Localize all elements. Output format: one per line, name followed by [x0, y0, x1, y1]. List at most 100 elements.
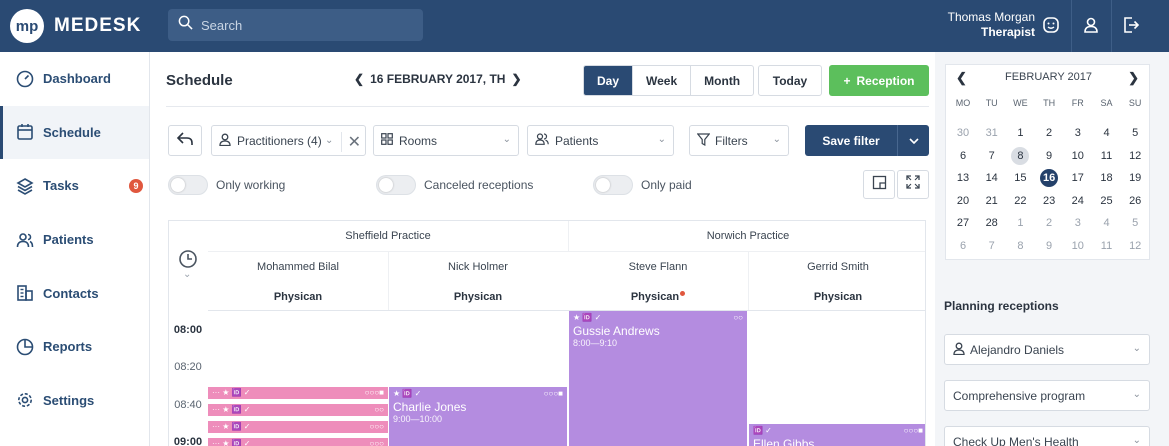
patients-select[interactable]: Patients ⌄ — [527, 125, 674, 156]
calendar-day-number: 9 — [1046, 149, 1053, 162]
calendar-day[interactable]: 22 — [1006, 191, 1034, 211]
team-icon[interactable] — [1080, 14, 1102, 36]
canceled-receptions-toggle[interactable]: Canceled receptions — [376, 175, 533, 195]
calendar-day[interactable]: 2 — [1035, 213, 1063, 233]
sidebar-item-patients[interactable]: Patients — [0, 213, 149, 267]
appointment-block[interactable]: ★ 🆔 ✓ ○○ Gussie Andrews 8:00—9:10 — [569, 311, 747, 446]
reception-button-label: Reception — [856, 73, 915, 88]
right-panel: ❮ FEBRUARY 2017 ❯ MO TU WE TH FR SA SU 30 31 1 2 3 4… — [935, 52, 1169, 446]
calendar-day[interactable]: 8 — [1006, 236, 1034, 256]
calendar-day[interactable]: 20 — [949, 191, 977, 211]
next-day-icon[interactable]: ❯ — [511, 72, 521, 86]
view-month-button[interactable]: Month — [691, 66, 753, 95]
search-input[interactable] — [201, 17, 401, 33]
sidebar-item-schedule[interactable]: Schedule — [0, 105, 149, 160]
sidebar-item-contacts[interactable]: Contacts — [0, 266, 149, 320]
calendar-day[interactable]: 31 — [978, 123, 1006, 143]
patient-select[interactable]: Alejandro Daniels ⌄ — [944, 334, 1150, 365]
practitioners-select[interactable]: Practitioners (4) ⌄ ✕ — [211, 125, 366, 156]
calendar-day[interactable]: 7 — [978, 146, 1006, 166]
practitioner-name[interactable]: Steve Flann — [568, 261, 748, 273]
calendar-day[interactable]: 30 — [949, 123, 977, 143]
calendar-day[interactable]: 11 — [1093, 146, 1121, 166]
print-button[interactable] — [863, 170, 895, 199]
chevron-down-icon[interactable]: ⌄ — [183, 269, 191, 280]
calendar-day[interactable]: 3 — [1064, 123, 1092, 143]
calendar-day[interactable]: 13 — [949, 168, 977, 188]
appointment-block[interactable]: ··· ★ 🆔 ✓ ○○ — [208, 404, 388, 416]
calendar-day[interactable]: 5 — [1121, 213, 1149, 233]
chevron-down-icon[interactable] — [897, 125, 929, 156]
calendar-day[interactable]: 6 — [949, 236, 977, 256]
calendar-day[interactable]: 26 — [1121, 191, 1149, 211]
today-button[interactable]: Today — [758, 65, 822, 96]
calendar-day[interactable]: 10 — [1064, 236, 1092, 256]
view-week-button[interactable]: Week — [633, 66, 692, 95]
calendar-day[interactable]: 21 — [978, 191, 1006, 211]
fullscreen-button[interactable] — [897, 170, 929, 199]
clear-icon[interactable]: ✕ — [340, 132, 361, 152]
prev-day-icon[interactable]: ❮ — [354, 72, 364, 86]
calendar-day[interactable]: 25 — [1093, 191, 1121, 211]
calendar-day[interactable]: 24 — [1064, 191, 1092, 211]
calendar-day[interactable]: 16 — [1035, 168, 1063, 188]
practitioner-name[interactable]: Mohammed Bilal — [208, 261, 388, 273]
filters-select[interactable]: Filters ⌄ — [689, 125, 789, 156]
appointment-block[interactable]: ··· ★ 🆔 ✓ ○○○■ — [208, 387, 388, 399]
calendar-day[interactable]: 10 — [1064, 146, 1092, 166]
sidebar-item-reports[interactable]: Reports — [0, 320, 149, 374]
calendar-day[interactable]: 11 — [1093, 236, 1121, 256]
calendar-day[interactable]: 1 — [1006, 123, 1034, 143]
calendar-day[interactable]: 4 — [1093, 213, 1121, 233]
calendar-day[interactable]: 8 — [1006, 146, 1034, 166]
calendar-day[interactable]: 18 — [1093, 168, 1121, 188]
calendar-day[interactable]: 3 — [1064, 213, 1092, 233]
appointment-block[interactable]: ★ 🆔 ✓ ○○○■ Charlie Jones 9:00—10:00 — [389, 387, 567, 446]
appointment-block[interactable]: ··· ★ 🆔 ✓ ○○○ — [208, 421, 388, 433]
calendar-day[interactable]: 9 — [1035, 236, 1063, 256]
back-button[interactable] — [168, 125, 202, 156]
search-box[interactable] — [168, 9, 423, 41]
calendar-day[interactable]: 6 — [949, 146, 977, 166]
save-filter-button[interactable]: Save filter — [805, 125, 929, 156]
calendar-day[interactable]: 17 — [1064, 168, 1092, 188]
view-day-button[interactable]: Day — [584, 66, 634, 95]
calendar-day[interactable]: 12 — [1121, 146, 1149, 166]
sidebar-item-tasks[interactable]: Tasks 9 — [0, 159, 149, 213]
calendar-day-number: 31 — [985, 127, 998, 139]
checkup-select[interactable]: Check Up Men's Health ⌄ — [944, 426, 1150, 446]
add-reception-button[interactable]: + Reception — [829, 65, 929, 96]
appointment-block[interactable]: ··· ★ 🆔 ✓ ○○○ — [208, 438, 388, 446]
calendar-day[interactable]: 7 — [978, 236, 1006, 256]
calendar-day[interactable]: 5 — [1121, 123, 1149, 143]
logout-icon[interactable] — [1120, 14, 1142, 36]
calendar-day[interactable]: 19 — [1121, 168, 1149, 188]
practitioner-name[interactable]: Nick Holmer — [388, 261, 568, 273]
practitioner-name[interactable]: Gerrid Smith — [748, 261, 925, 273]
calendar-day[interactable]: 12 — [1121, 236, 1149, 256]
user-info[interactable]: Thomas Morgan Therapist — [948, 10, 1035, 40]
next-month-icon[interactable]: ❯ — [1128, 70, 1139, 86]
weekday-label: MO — [955, 98, 971, 108]
toggle-switch[interactable] — [593, 175, 633, 195]
toggle-switch[interactable] — [376, 175, 416, 195]
calendar-day[interactable]: 4 — [1093, 123, 1121, 143]
calendar-day[interactable]: 28 — [978, 213, 1006, 233]
calendar-day[interactable]: 14 — [978, 168, 1006, 188]
calendar-day[interactable]: 23 — [1035, 191, 1063, 211]
calendar-day[interactable]: 2 — [1035, 123, 1063, 143]
calendar-day[interactable]: 15 — [1006, 168, 1034, 188]
smiley-icon[interactable] — [1040, 14, 1062, 36]
sidebar-item-settings[interactable]: Settings — [0, 374, 149, 428]
appointment-block[interactable]: 🆔 ✓ ○○○■ Ellen Gibbs — [749, 424, 925, 446]
calendar-day[interactable]: 1 — [1006, 213, 1034, 233]
only-paid-toggle[interactable]: Only paid — [593, 175, 692, 195]
rooms-select[interactable]: Rooms ⌄ — [373, 125, 519, 156]
toggle-switch[interactable] — [168, 175, 208, 195]
logo[interactable]: mp MEDESK — [10, 9, 141, 43]
program-select[interactable]: Comprehensive program ⌄ — [944, 380, 1150, 411]
only-working-toggle[interactable]: Only working — [168, 175, 285, 195]
calendar-day[interactable]: 9 — [1035, 146, 1063, 166]
sidebar-item-dashboard[interactable]: Dashboard — [0, 52, 149, 106]
calendar-day[interactable]: 27 — [949, 213, 977, 233]
